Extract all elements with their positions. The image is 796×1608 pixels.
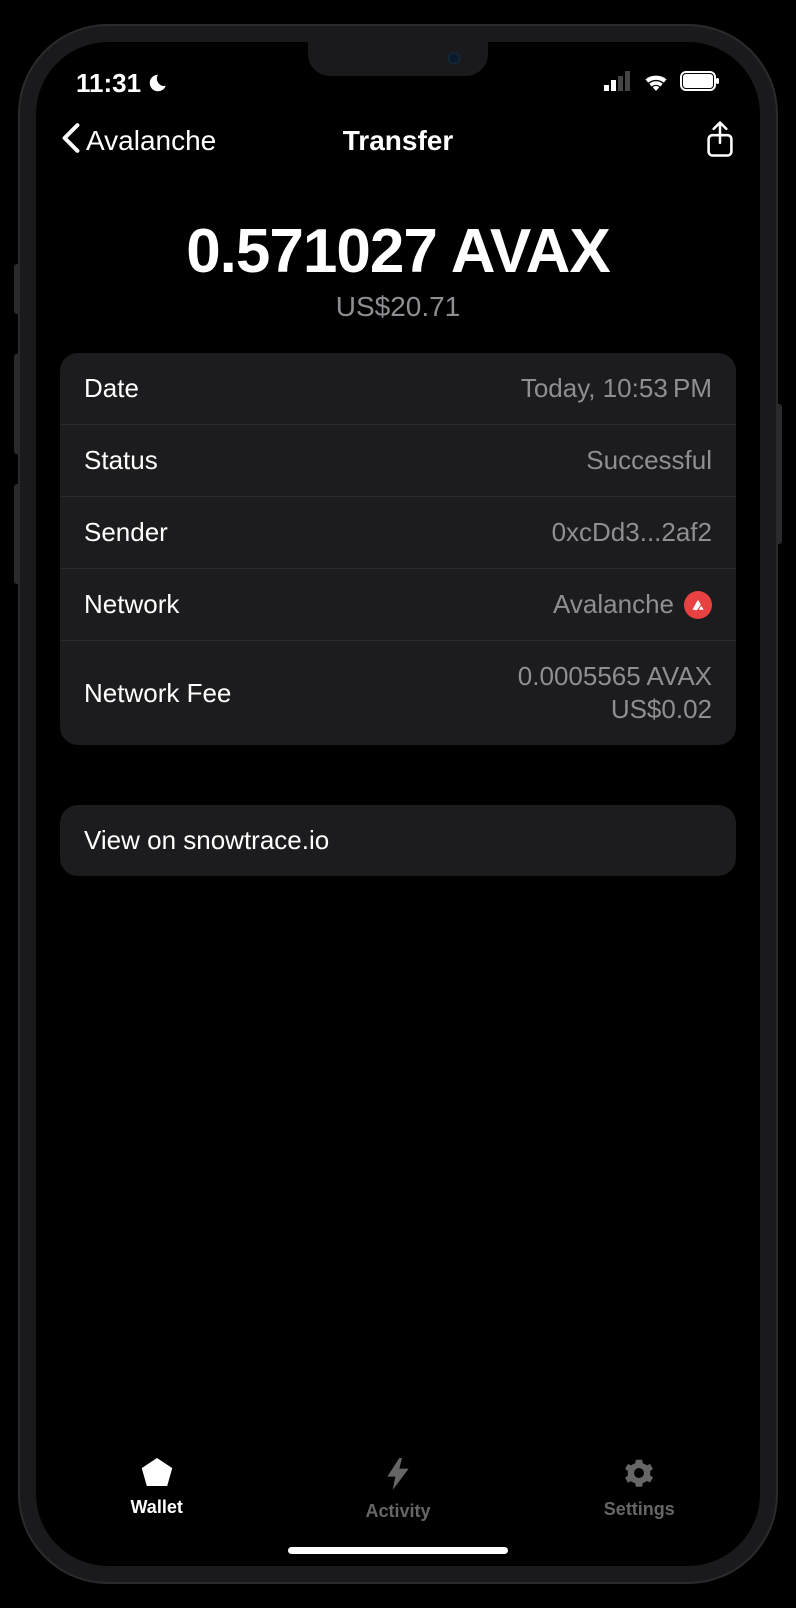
fee-crypto: 0.0005565 AVAX [518, 661, 712, 692]
activity-icon [384, 1458, 412, 1495]
network-name: Avalanche [553, 589, 674, 620]
back-button[interactable]: Avalanche [60, 122, 216, 161]
fee-fiat: US$0.02 [611, 694, 712, 725]
fee-label: Network Fee [84, 678, 231, 709]
chevron-left-icon [60, 122, 82, 161]
status-value: Successful [586, 445, 712, 476]
battery-icon [680, 71, 720, 96]
detail-row-sender[interactable]: Sender 0xcDd3...2af2 [60, 497, 736, 569]
network-label: Network [84, 589, 179, 620]
do-not-disturb-icon [147, 72, 169, 94]
fee-value: 0.0005565 AVAX US$0.02 [518, 661, 712, 725]
detail-row-date[interactable]: Date Today, 10:53 PM [60, 353, 736, 425]
sender-value: 0xcDd3...2af2 [552, 517, 712, 548]
share-icon [704, 145, 736, 162]
phone-frame: 11:31 [18, 24, 778, 1584]
detail-row-network[interactable]: Network Avalanche [60, 569, 736, 641]
tab-wallet[interactable]: Wallet [97, 1458, 217, 1518]
nav-header: Avalanche Transfer [36, 106, 760, 176]
detail-row-fee[interactable]: Network Fee 0.0005565 AVAX US$0.02 [60, 641, 736, 745]
tab-settings-label: Settings [604, 1499, 675, 1520]
detail-row-status[interactable]: Status Successful [60, 425, 736, 497]
date-label: Date [84, 373, 139, 404]
side-button [14, 484, 20, 584]
phone-screen: 11:31 [36, 42, 760, 1566]
tab-activity[interactable]: Activity [338, 1458, 458, 1522]
status-bar-right [604, 71, 720, 96]
phone-notch [308, 42, 488, 76]
share-button[interactable] [704, 120, 736, 163]
home-indicator[interactable] [288, 1547, 508, 1554]
date-value: Today, 10:53 PM [521, 373, 712, 404]
status-label: Status [84, 445, 158, 476]
amount-section: 0.571027 AVAX US$20.71 [60, 176, 736, 353]
tab-settings[interactable]: Settings [579, 1458, 699, 1520]
back-label: Avalanche [86, 125, 216, 157]
avalanche-icon [684, 591, 712, 619]
status-bar-left: 11:31 [76, 68, 169, 99]
network-value: Avalanche [553, 589, 712, 620]
tab-wallet-label: Wallet [130, 1497, 182, 1518]
status-time: 11:31 [76, 68, 141, 99]
wifi-icon [642, 71, 670, 96]
content-area: 0.571027 AVAX US$20.71 Date Today, 10:53… [36, 176, 760, 1446]
amount-crypto: 0.571027 AVAX [60, 216, 736, 287]
explorer-link-label: View on snowtrace.io [84, 825, 329, 855]
amount-fiat: US$20.71 [60, 291, 736, 323]
sender-label: Sender [84, 517, 168, 548]
tab-activity-label: Activity [365, 1501, 430, 1522]
view-on-explorer-button[interactable]: View on snowtrace.io [60, 805, 736, 876]
transaction-details-card: Date Today, 10:53 PM Status Successful S… [60, 353, 736, 745]
side-button [776, 404, 782, 544]
side-button [14, 264, 20, 314]
page-title: Transfer [343, 125, 454, 157]
wallet-icon [141, 1458, 173, 1491]
side-button [14, 354, 20, 454]
gear-icon [624, 1458, 654, 1493]
cellular-icon [604, 71, 632, 96]
